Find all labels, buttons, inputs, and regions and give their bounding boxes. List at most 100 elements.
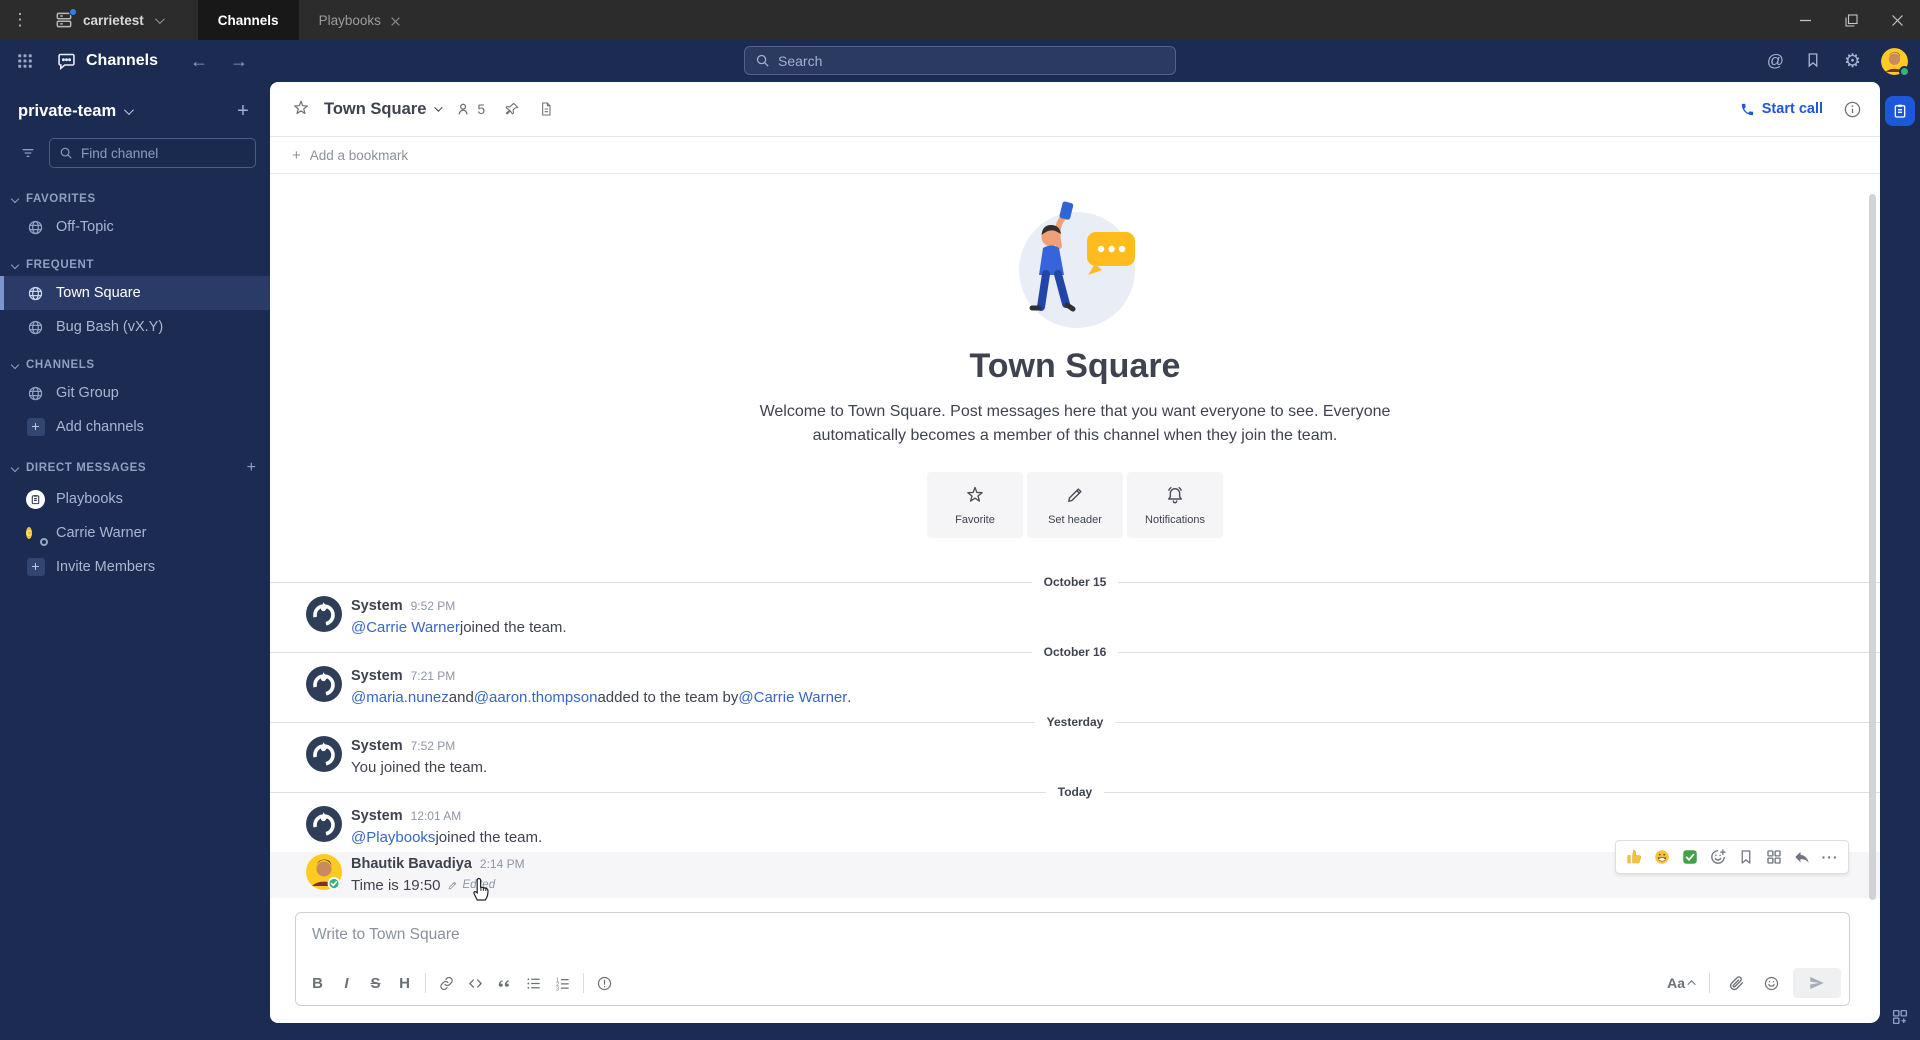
thumbs-up-reaction-button[interactable] [1621,844,1647,870]
user-avatar[interactable] [1881,47,1910,77]
strikethrough-button[interactable]: S [362,970,389,997]
sidebar-category-channels[interactable]: CHANNELS [0,344,270,376]
message-author[interactable]: System [351,808,403,824]
notifications-button[interactable]: Notifications [1127,472,1223,538]
heading-button[interactable]: H [391,970,418,997]
grinning-face-reaction-button[interactable] [1649,844,1675,870]
message-row[interactable]: System 7:52 PM You joined the team. [270,734,1880,780]
message-body: System 7:21 PM @maria.nunez and @aaron.tho… [351,666,1880,710]
app-menu-icon[interactable] [0,0,40,40]
favorite-star-icon[interactable] [292,99,312,119]
channel-info-icon[interactable] [1843,100,1862,119]
message-text: Time is 19:50Edited [351,874,1880,901]
member-count: 5 [477,101,486,117]
sidebar-item-add-channels[interactable]: Add channels [0,410,270,444]
team-name[interactable]: private-team [18,102,116,121]
back-arrow-icon[interactable] [190,51,208,72]
save-message-button[interactable] [1733,844,1759,870]
numbered-list-button[interactable]: 123 [549,970,576,997]
message-apps-button[interactable] [1761,844,1787,870]
message-author[interactable]: System [351,598,403,614]
message-row[interactable]: System 9:52 PM @Carrie Warner joined the t… [270,594,1880,640]
mention-link[interactable]: @Carrie Warner [738,689,847,706]
channel-filter-icon[interactable] [14,140,41,167]
sidebar-category-frequent[interactable]: FREQUENT [0,244,270,276]
sidebar-item-label: Carrie Warner [56,525,147,541]
send-message-button[interactable] [1793,968,1841,998]
online-status-dot [1899,65,1910,77]
product-switcher-icon[interactable] [10,46,40,76]
mention-link[interactable]: @Playbooks [351,829,435,846]
chevron-down-icon [154,13,165,24]
app-bar [1880,82,1920,1040]
forward-arrow-icon[interactable] [230,51,248,72]
message-priority-button[interactable] [591,970,618,997]
message-list[interactable]: Town Square Welcome to Town Square. Post… [270,174,1880,1023]
reply-button[interactable] [1789,844,1815,870]
close-button[interactable] [1874,0,1920,40]
add-bookmark-button[interactable]: Add a bookmark [270,138,1880,174]
team-switcher[interactable]: carrietest [40,0,176,40]
message-row[interactable]: System 7:21 PM @maria.nunez and @aaron.tho… [270,664,1880,710]
sidebar-item-carrie-warner[interactable]: Carrie Warner [0,516,270,550]
sidebar-item-git-group[interactable]: Git Group [0,376,270,410]
mentions-icon[interactable] [1767,51,1784,71]
message-author[interactable]: Bhautik Bavadiya [351,856,472,872]
set-header-button[interactable]: Set header [1027,472,1123,538]
check-mark-button-reaction-button[interactable] [1677,844,1703,870]
bold-button[interactable]: B [304,970,331,997]
restore-button[interactable] [1828,0,1874,40]
bulleted-list-button[interactable] [520,970,547,997]
mention-link[interactable]: @maria.nunez [351,689,449,706]
main-wrap: Town Square 5 Start call + Add a bookmar… [270,82,1880,1040]
mention-link[interactable]: @aaron.thompson [474,689,598,706]
more-actions-button[interactable] [1817,844,1843,870]
link-button[interactable] [433,970,460,997]
channel-members-button[interactable]: 5 [456,101,485,118]
history-nav [190,51,248,72]
sidebar-item-playbooks[interactable]: Playbooks [0,482,270,516]
message-text-segment: Time is 19:50 [351,876,441,894]
message-header: System 9:52 PM [351,596,1880,616]
start-call-button[interactable]: Start call [1740,101,1823,117]
saved-messages-icon[interactable] [1804,51,1824,71]
mention-link[interactable]: @Carrie Warner [351,619,460,636]
sidebar-item-bug-bash-vx-y[interactable]: Bug Bash (vX.Y) [0,310,270,344]
dm-avatar [26,524,48,546]
attach-file-button[interactable] [1723,970,1750,997]
settings-gear-icon[interactable] [1844,50,1861,73]
find-channel-input[interactable]: Find channel [49,138,256,168]
message-author[interactable]: System [351,668,403,684]
sidebar-category-direct-messages[interactable]: DIRECT MESSAGES [0,444,270,482]
sidebar-item-off-topic[interactable]: Off-Topic [0,210,270,244]
sidebar-item-invite-members[interactable]: Invite Members [0,550,270,584]
window-tab-playbooks[interactable]: Playbooks [299,0,421,40]
playbooks-app-button[interactable] [1885,96,1915,126]
channel-files-icon[interactable] [535,98,557,120]
minimize-button[interactable] [1782,0,1828,40]
add-reaction-button[interactable] [1705,844,1731,870]
italic-button[interactable]: I [333,970,360,997]
favorite-button[interactable]: Favorite [927,472,1023,538]
avatar-image [26,526,33,539]
apps-grid-plus-icon[interactable] [1891,1008,1909,1026]
message-author[interactable]: System [351,738,403,754]
add-direct-message-button[interactable] [247,459,256,477]
scrollbar-thumb[interactable] [1869,194,1876,900]
close-tab-icon[interactable] [390,15,401,26]
sidebar-category-favorites[interactable]: FAVORITES [0,178,270,210]
quote-button[interactable] [491,970,518,997]
sidebar-item-town-square[interactable]: Town Square [0,276,270,310]
add-channel-plus-button[interactable] [230,98,256,124]
message-row[interactable]: Bhautik Bavadiya 2:14 PM Time is 19:50Edit… [270,840,1880,901]
search-input[interactable]: Search [744,46,1176,75]
code-button[interactable] [462,970,489,997]
emoji-picker-button[interactable] [1758,970,1785,997]
pinned-posts-icon[interactable] [501,98,523,120]
system-avatar [306,596,342,632]
composer-input[interactable]: Write to Town Square [296,913,1849,957]
channel-name-menu[interactable]: Town Square [324,100,456,119]
server-icon [54,8,77,30]
window-tab-channels[interactable]: Channels [197,0,299,40]
hide-formatting-button[interactable]: Aa [1667,975,1696,991]
